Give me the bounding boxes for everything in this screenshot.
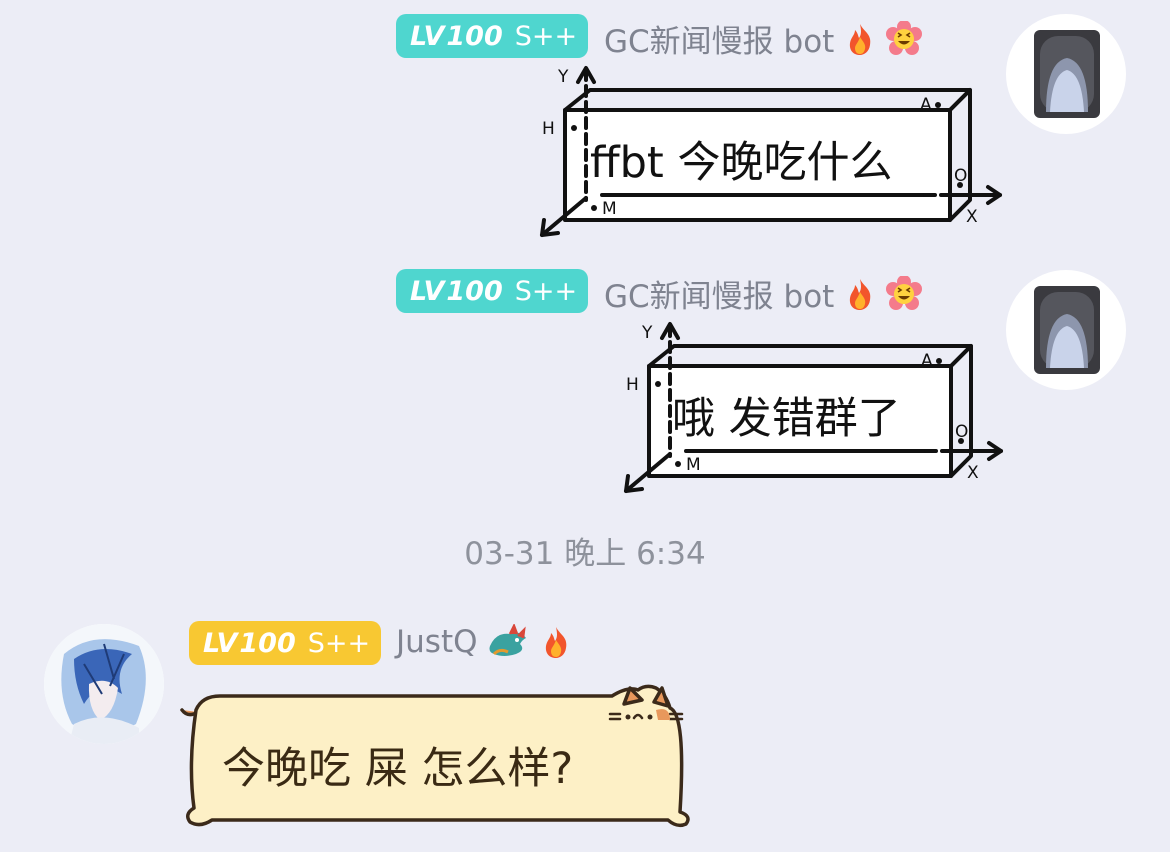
badge-level: LV bbox=[410, 20, 445, 52]
dragon-icon bbox=[486, 622, 530, 660]
badge-level: LV bbox=[410, 275, 445, 307]
axis-label-m: M bbox=[686, 455, 701, 475]
axis-label-x: X bbox=[967, 463, 979, 483]
laughing-flower-icon bbox=[886, 274, 923, 312]
badge-number: 100 bbox=[446, 275, 503, 307]
axis-label-y: Y bbox=[641, 323, 653, 343]
bot-avatar[interactable] bbox=[1006, 270, 1126, 390]
fire-icon bbox=[842, 21, 878, 57]
badge-rank: S++ bbox=[514, 275, 578, 307]
user-avatar[interactable] bbox=[44, 624, 164, 744]
message-text[interactable]: 今晚吃 屎 怎么样? bbox=[222, 734, 573, 796]
sender-name[interactable]: JustQ bbox=[396, 624, 478, 660]
gravestone-icon bbox=[1034, 30, 1100, 118]
axis-label-a: A bbox=[920, 95, 932, 115]
badge-rank: S++ bbox=[514, 20, 578, 52]
sender-name-row: JustQ bbox=[396, 622, 574, 660]
axis-label-h: H bbox=[542, 119, 555, 139]
axis-label-h: H bbox=[626, 375, 639, 395]
gravestone-icon bbox=[1034, 286, 1100, 374]
anime-character-icon bbox=[44, 624, 164, 744]
axis-label-o: O bbox=[955, 422, 968, 442]
axis-label-m: M bbox=[602, 199, 617, 219]
badge-number: 100 bbox=[239, 627, 296, 659]
timestamp: 03-31 晚上 6:34 bbox=[464, 536, 706, 572]
badge-level: LV bbox=[203, 627, 238, 659]
sender-name[interactable]: GC新闻慢报 bot bbox=[604, 16, 834, 61]
level-badge: LV 100 S++ bbox=[396, 14, 588, 58]
axis-label-y: Y bbox=[557, 67, 569, 87]
sender-name-row: GC新闻慢报 bot bbox=[604, 16, 923, 61]
message-text[interactable]: ffbt 今晚吃什么 bbox=[590, 128, 892, 190]
axis-label-o: O bbox=[954, 166, 967, 186]
laughing-flower-icon bbox=[886, 19, 923, 57]
level-badge: LV 100 S++ bbox=[189, 621, 381, 665]
axis-label-a: A bbox=[921, 351, 933, 371]
fire-icon bbox=[842, 276, 878, 312]
badge-rank: S++ bbox=[307, 627, 371, 659]
badge-number: 100 bbox=[446, 20, 503, 52]
sender-name[interactable]: GC新闻慢报 bot bbox=[604, 271, 834, 316]
bot-avatar[interactable] bbox=[1006, 14, 1126, 134]
level-badge: LV 100 S++ bbox=[396, 269, 588, 313]
sender-name-row: GC新闻慢报 bot bbox=[604, 271, 923, 316]
message-text[interactable]: 哦 发错群了 bbox=[672, 384, 901, 446]
fire-icon bbox=[538, 624, 574, 660]
axis-label-x: X bbox=[966, 207, 978, 227]
